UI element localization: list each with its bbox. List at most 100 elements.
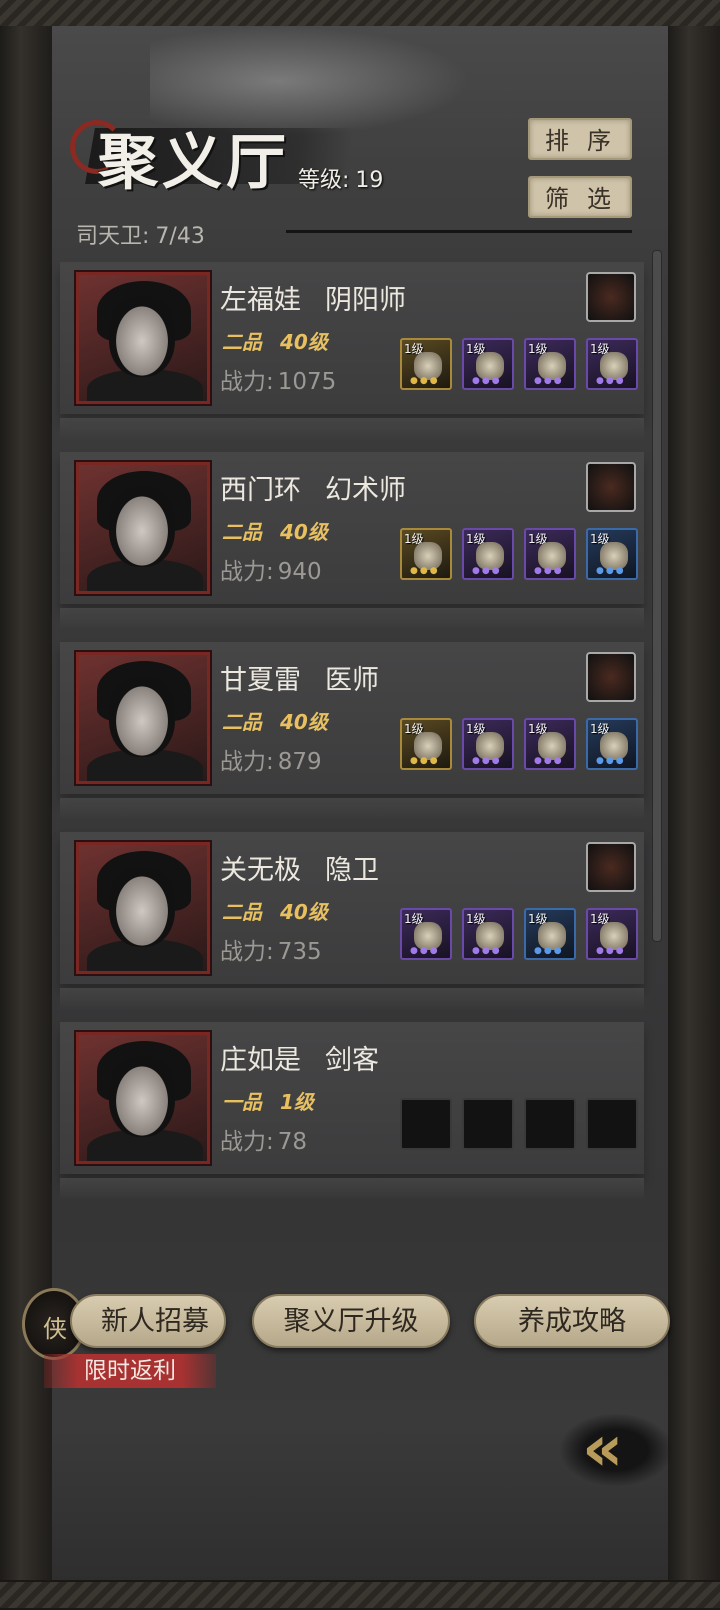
hero-name-line: 关无极 隐卫	[220, 848, 379, 887]
filter-button[interactable]: 筛选	[528, 176, 632, 218]
hero-card[interactable]: 庄如是 剑客 一品 1级 战力: 78	[60, 1022, 644, 1200]
hero-class: 医师	[325, 665, 379, 696]
back-button[interactable]: «	[560, 1408, 680, 1492]
hero-name-line: 左福娃 阴阳师	[220, 278, 406, 317]
recruit-button[interactable]: 新人招募	[70, 1294, 226, 1348]
star-rating: ●●●	[596, 566, 626, 576]
hero-rank: 二品	[222, 520, 262, 544]
hero-name: 关无极	[220, 855, 301, 886]
hero-name: 西门环	[220, 475, 301, 506]
hero-portrait[interactable]	[76, 652, 210, 784]
hero-class: 阴阳师	[325, 285, 406, 316]
equipment-slot[interactable]: 1级 ●●●	[462, 338, 514, 390]
hero-card[interactable]: 甘夏雷 医师 二品 40级 战力: 879 1级 ●●● 1级 ●●● 1级 ●●● 1级 ●●●	[60, 642, 644, 820]
guard-label: 司天卫:	[76, 224, 150, 249]
star-rating: ●●●	[472, 376, 502, 386]
hero-card[interactable]: 关无极 隐卫 二品 40级 战力: 735 1级 ●●● 1级 ●●● 1级 ●●● 1级 ●●●	[60, 832, 644, 1010]
gem-skill-icon[interactable]	[586, 462, 636, 512]
hall-upgrade-button[interactable]: 聚义厅升级	[252, 1294, 450, 1348]
hero-rank: 二品	[222, 900, 262, 924]
scrollbar[interactable]	[652, 250, 662, 942]
power-label: 战力:	[220, 749, 274, 775]
hero-rank-line: 一品 1级	[222, 1086, 314, 1115]
blade-skill-icon[interactable]	[586, 842, 636, 892]
star-rating: ●●●	[410, 946, 440, 956]
power-value: 735	[277, 939, 322, 965]
hero-level: 40级	[280, 900, 328, 924]
bottom-frame	[0, 1580, 720, 1610]
hero-card[interactable]: 西门环 幻术师 二品 40级 战力: 940 1级 ●●● 1级 ●●● 1级 ●●● 1级 ●●●	[60, 452, 644, 630]
hero-portrait[interactable]	[76, 1032, 210, 1164]
equipment-slot[interactable]: 1级 ●●●	[462, 908, 514, 960]
equipment-slot[interactable]: 1级 ●●●	[586, 718, 638, 770]
hero-name-line: 西门环 幻术师	[220, 468, 406, 507]
power-value: 940	[277, 559, 322, 585]
equipment-slot[interactable]	[400, 1098, 452, 1150]
equipment-slot[interactable]: 1级 ●●●	[524, 528, 576, 580]
star-rating: ●●●	[472, 566, 502, 576]
hero-power-line: 战力: 1075	[220, 362, 336, 396]
star-rating: ●●●	[410, 756, 440, 766]
equipment-slot[interactable]: 1级 ●●●	[400, 338, 452, 390]
guide-button[interactable]: 养成攻略	[474, 1294, 670, 1348]
hero-class: 剑客	[325, 1045, 379, 1076]
hero-power-line: 战力: 879	[220, 742, 322, 776]
portrait-face	[109, 867, 175, 947]
hall-level: 等级: 19	[298, 162, 383, 194]
equipment-slot[interactable]: 1级 ●●●	[586, 528, 638, 580]
hook-skill-icon[interactable]	[586, 652, 636, 702]
equipment-slot[interactable]: 1级 ●●●	[400, 718, 452, 770]
hero-class: 幻术师	[325, 475, 406, 506]
star-rating: ●●●	[534, 946, 564, 956]
power-value: 879	[277, 749, 322, 775]
equipment-slot[interactable]	[586, 1098, 638, 1150]
hero-name-line: 甘夏雷 医师	[220, 658, 379, 697]
hero-portrait[interactable]	[76, 462, 210, 594]
header-divider	[286, 230, 632, 233]
equipment-slot[interactable]: 1级 ●●●	[586, 908, 638, 960]
sort-button[interactable]: 排序	[528, 118, 632, 160]
power-value: 1075	[277, 369, 337, 395]
promo-badge[interactable]: 限时返利	[44, 1354, 216, 1388]
equipment-slot[interactable]: 1级 ●●●	[400, 908, 452, 960]
star-rating: ●●●	[534, 566, 564, 576]
equipment-slot[interactable]: 1级 ●●●	[524, 338, 576, 390]
equipment-slot[interactable]: 1级 ●●●	[524, 908, 576, 960]
star-rating: ●●●	[472, 756, 502, 766]
portrait-face	[109, 297, 175, 377]
hero-name-line: 庄如是 剑客	[220, 1038, 379, 1077]
equipment-slot[interactable]: 1级 ●●●	[462, 528, 514, 580]
star-rating: ●●●	[410, 376, 440, 386]
star-rating: ●●●	[596, 756, 626, 766]
hero-rank-line: 二品 40级	[222, 516, 328, 545]
hero-class: 隐卫	[325, 855, 379, 886]
hero-rank-line: 二品 40级	[222, 896, 328, 925]
right-pillar	[668, 26, 720, 1584]
guard-count-value: 7/43	[155, 224, 205, 249]
equipment-slot[interactable]	[462, 1098, 514, 1150]
star-rating: ●●●	[472, 946, 502, 956]
power-label: 战力:	[220, 369, 274, 395]
star-rating: ●●●	[410, 566, 440, 576]
hero-name: 甘夏雷	[220, 665, 301, 696]
hero-card[interactable]: 左福娃 阴阳师 二品 40级 战力: 1075 1级 ●●● 1级 ●●● 1级 ●●● 1级 ●●●	[60, 262, 644, 440]
hero-level: 40级	[280, 520, 328, 544]
equipment-slot[interactable]: 1级 ●●●	[586, 338, 638, 390]
portrait-face	[109, 677, 175, 757]
hero-rank: 二品	[222, 710, 262, 734]
level-label: 等级:	[298, 168, 350, 193]
fan-skill-icon[interactable]	[586, 272, 636, 322]
top-frame	[0, 0, 720, 28]
portrait-face	[109, 1057, 175, 1137]
hero-portrait[interactable]	[76, 272, 210, 404]
equipment-slot[interactable]	[524, 1098, 576, 1150]
equipment-slot[interactable]: 1级 ●●●	[400, 528, 452, 580]
page-title: 聚义厅	[98, 128, 290, 198]
equipment-slot[interactable]: 1级 ●●●	[524, 718, 576, 770]
hero-power-line: 战力: 735	[220, 932, 322, 966]
recruit-emblem-glyph: 侠	[43, 1315, 67, 1343]
hero-portrait[interactable]	[76, 842, 210, 974]
level-value: 19	[355, 168, 384, 193]
equipment-slot[interactable]: 1级 ●●●	[462, 718, 514, 770]
power-value: 78	[277, 1129, 308, 1155]
